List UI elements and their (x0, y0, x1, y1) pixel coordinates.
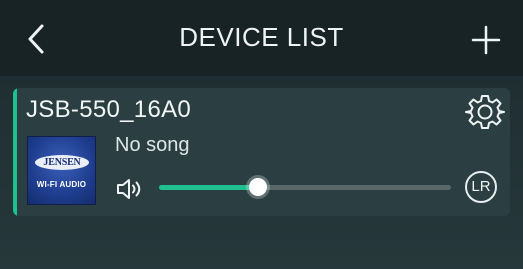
volume-button[interactable] (116, 177, 146, 201)
add-device-button[interactable] (471, 25, 501, 55)
logo-brand-text: JENSEN (35, 155, 89, 170)
speaker-icon (117, 179, 141, 199)
device-settings-button[interactable] (465, 92, 505, 132)
volume-thumb[interactable] (249, 178, 268, 196)
device-name: JSB-550_16A0 (26, 96, 192, 123)
device-card[interactable]: JSB-550_16A0 JENSEN WI-FI AUDIO No song … (13, 88, 510, 216)
selected-indicator (13, 88, 17, 216)
song-title: No song (115, 134, 190, 156)
logo-subtitle-text: WI-FI AUDIO (36, 180, 87, 189)
plus-icon (471, 25, 501, 55)
page-title: DEVICE LIST (179, 22, 344, 52)
volume-fill (159, 185, 259, 190)
gear-icon (465, 95, 505, 129)
device-logo: JENSEN WI-FI AUDIO (27, 136, 96, 205)
header-bar: DEVICE LIST (0, 0, 523, 76)
channel-lr-button[interactable]: LR (465, 171, 497, 203)
volume-slider[interactable] (159, 178, 451, 198)
